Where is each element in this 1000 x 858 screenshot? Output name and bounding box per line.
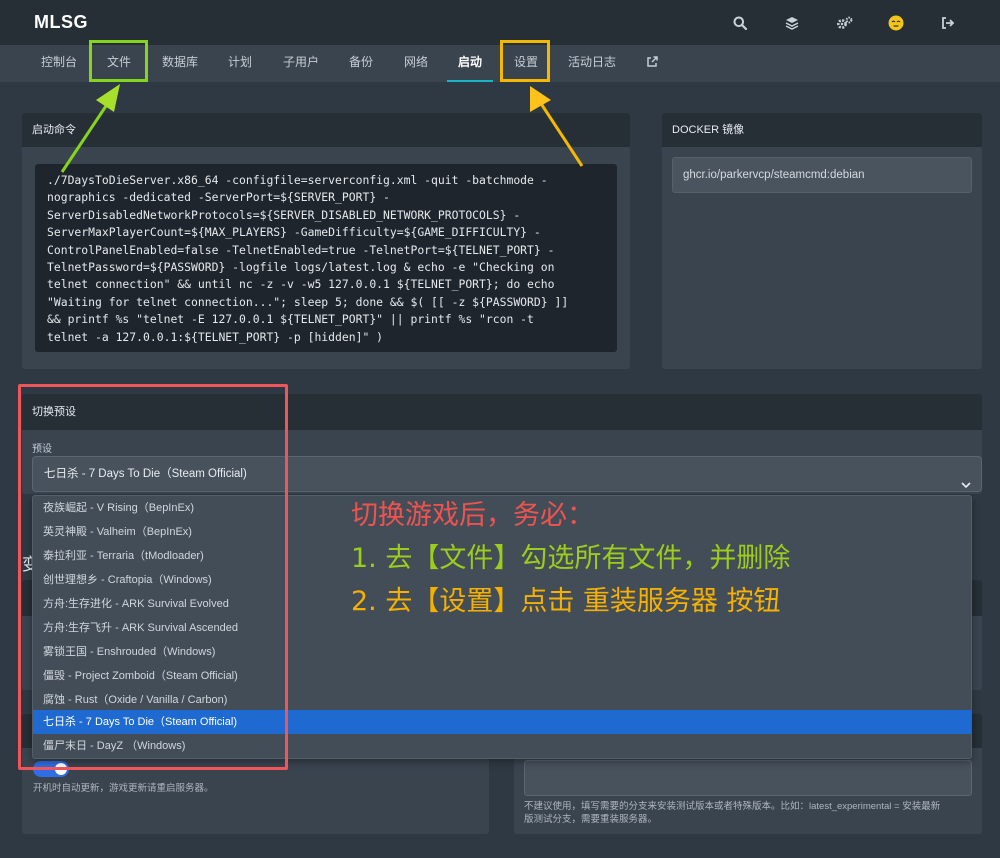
annotation-arrows	[60, 84, 584, 173]
green-arrow-icon	[60, 84, 120, 173]
annotation-step-2: 2. 去【设置】点击 重装服务器 按钮	[351, 586, 781, 617]
annotation-step-1: 1. 去【文件】勾选所有文件，并删除	[351, 543, 791, 574]
annotation-heading: 切换游戏后，务必：	[351, 500, 594, 531]
yellow-arrow-icon	[530, 86, 584, 167]
